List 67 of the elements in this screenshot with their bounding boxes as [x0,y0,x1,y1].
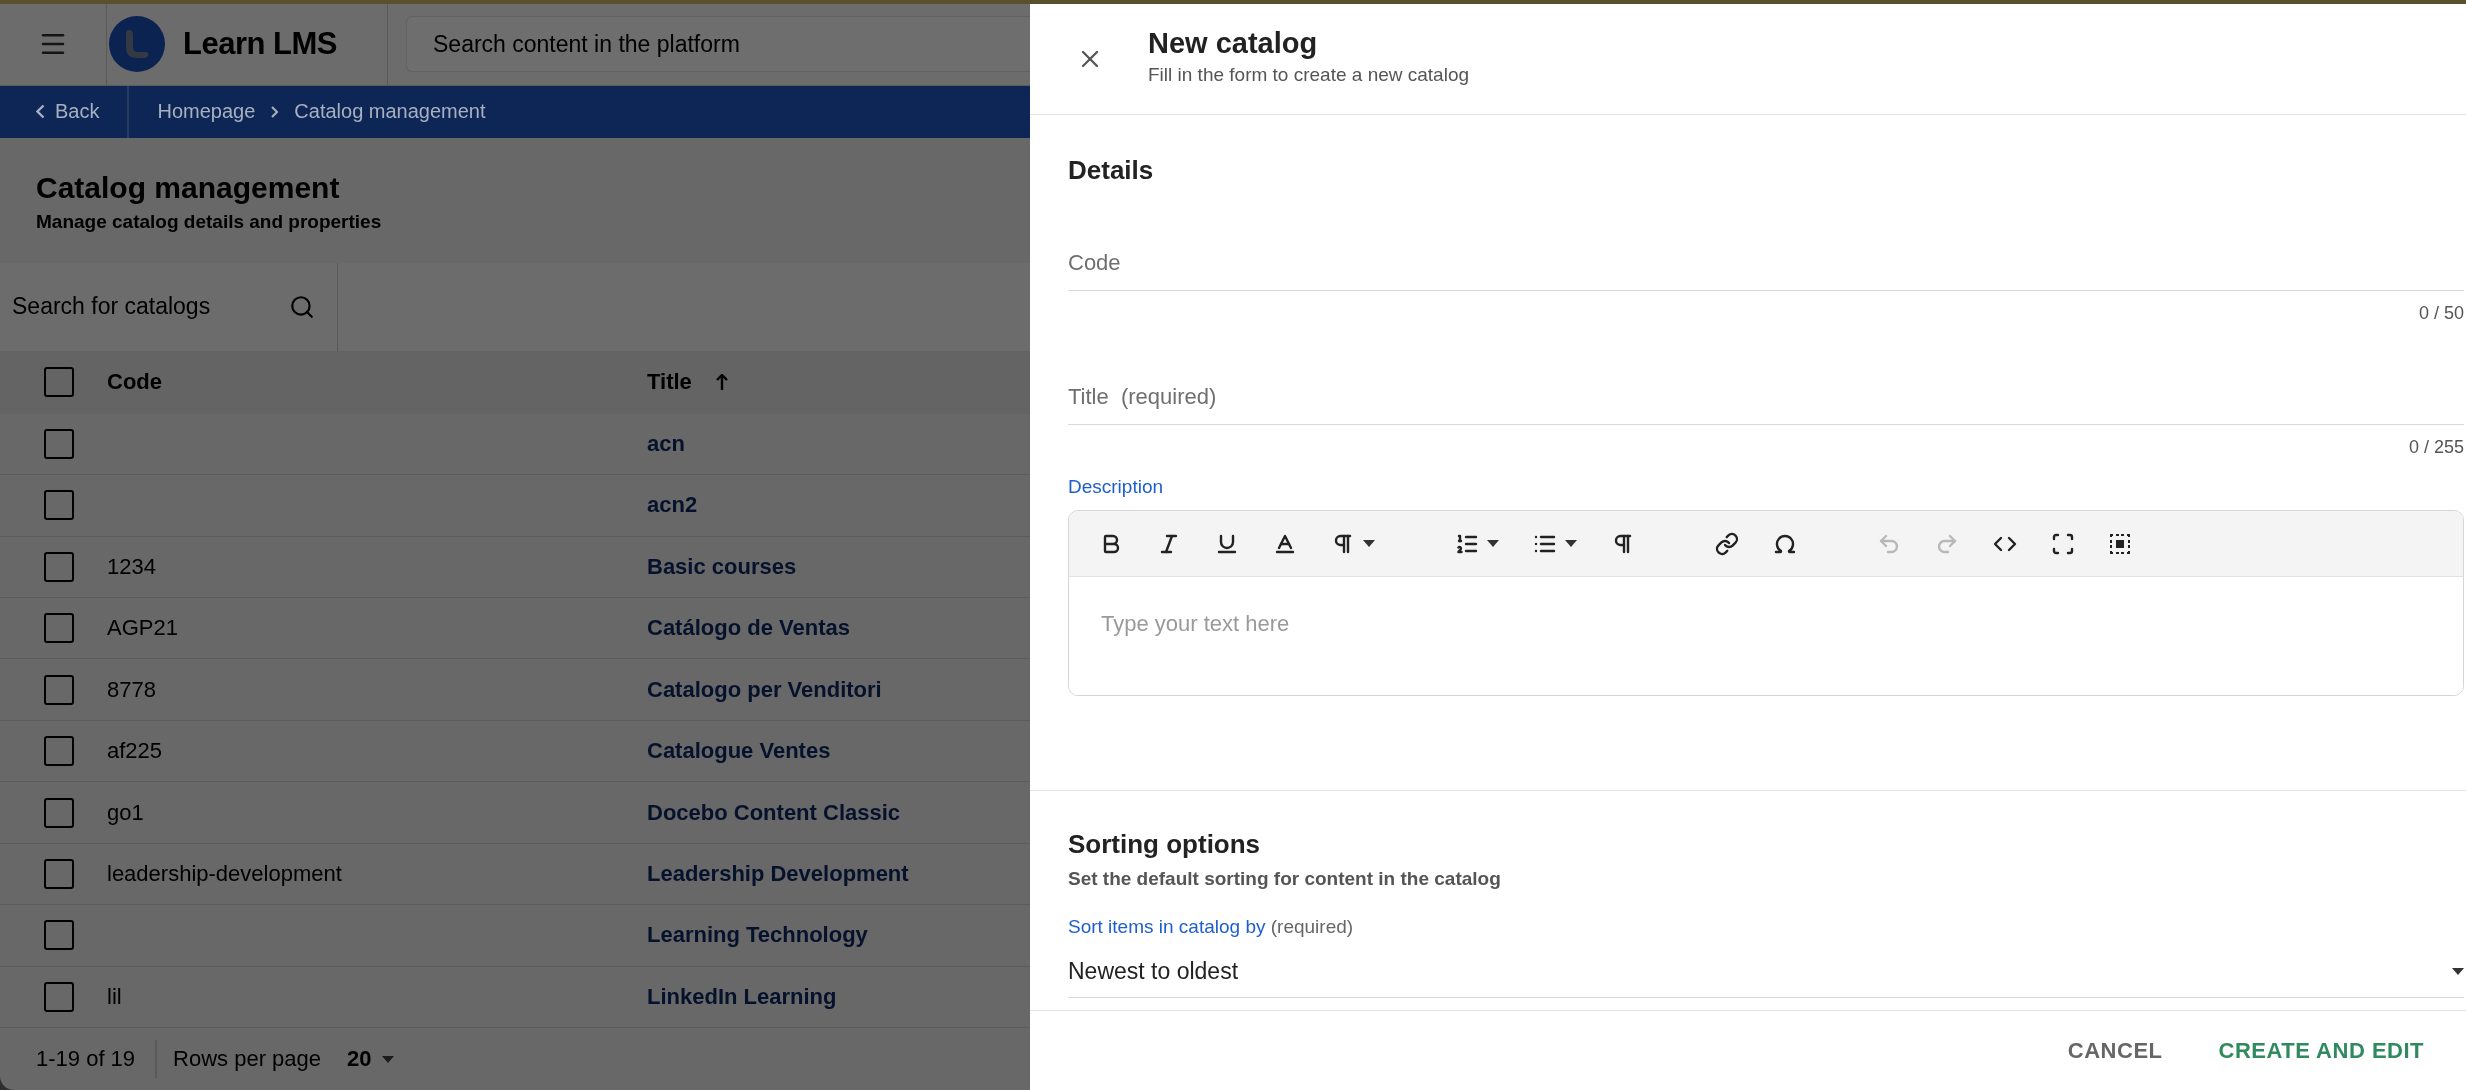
drawer-title: New catalog [1148,26,1319,60]
catalog-link[interactable]: Catalogue Ventes [647,738,831,765]
pagination-range: 1-19 of 19 [0,1040,158,1079]
catalog-link[interactable]: acn [647,430,685,457]
rows-per-page-value[interactable]: 20 [347,1046,372,1073]
link-icon [1715,531,1739,556]
text-editor[interactable]: Type your text here [1068,510,2464,696]
brand-name: Learn LMS [183,26,337,63]
catalog-link[interactable]: Learning Technology [647,922,868,949]
checkbox[interactable] [44,736,74,767]
cancel-button[interactable]: CANCEL [2061,1036,2169,1065]
section-subtitle: Set the default sorting for content in the catalog [1068,868,1502,890]
table-cell: go1 [107,799,144,826]
search-field[interactable]: Search content in the platform [406,16,1030,73]
checkbox[interactable] [44,859,74,889]
table-cell: AGP21 [107,615,178,642]
breadcrumb-item[interactable]: Catalog management [294,100,486,124]
table-cell: lil [107,983,122,1010]
catalog-link[interactable]: Catalogo per Venditori [647,676,882,703]
catalog-link[interactable]: Docebo Content Classic [647,799,901,826]
table-cell: af225 [107,738,163,765]
caret-icon [2452,968,2464,975]
checkbox[interactable] [44,981,74,1012]
checkbox[interactable] [44,674,74,705]
search-icon[interactable] [289,293,315,320]
column-header[interactable]: Code [107,369,162,396]
checkbox[interactable] [44,367,74,398]
page-title: Catalog management [36,170,341,205]
search-field[interactable]: Search for catalogs [12,293,262,321]
section-heading: Sorting options [1068,829,1262,860]
page-subtitle: Manage catalog details and properties [36,210,383,233]
rows-per-page-label: Rows per page [172,1046,322,1073]
table-cell: 8778 [107,676,156,703]
field-label: Description [1068,476,1165,498]
logo-icon [109,16,165,73]
column-header[interactable]: Title [647,369,728,396]
create-button[interactable]: CREATE AND EDIT [2212,1036,2430,1065]
back-link[interactable]: Back [0,85,130,138]
chevron-right-icon [271,105,279,118]
chevron-left-icon [36,104,45,120]
drawer-subtitle: Fill in the form to create a new catalog [1148,63,1470,86]
checkbox[interactable] [44,920,74,951]
fullscreen-icon [2051,531,2075,556]
caret-icon [1363,540,1375,547]
caret-icon [1565,540,1577,547]
character-counter: 0 / 50 [2417,303,2464,324]
checkbox[interactable] [44,490,74,521]
select-all-icon [2109,532,2131,555]
catalog-link[interactable]: Leadership Development [647,861,909,887]
checkbox[interactable] [44,551,74,582]
catalog-link[interactable]: Catálogo de Ventas [647,615,850,642]
sort-arrow-icon[interactable] [715,374,728,391]
section-heading: Details [1068,155,1155,186]
checkbox[interactable] [44,428,74,459]
table-cell: 1234 [107,553,156,580]
table-cell: leadership-development [107,861,342,887]
field-label: Sort items in catalog by (required) [1068,916,1355,938]
character-counter: 0 / 255 [2407,437,2464,458]
catalog-link[interactable]: Basic courses [647,553,797,580]
caret-icon [1487,540,1499,547]
catalog-link[interactable]: LinkedIn Learning [647,983,837,1010]
catalog-link[interactable]: acn2 [647,492,698,519]
breadcrumb-item[interactable]: Homepage [157,100,256,124]
checkbox[interactable] [44,613,74,644]
checkbox[interactable] [44,797,74,828]
sort-select[interactable]: Newest to oldest [1068,948,2464,998]
caret-icon [381,1055,394,1063]
